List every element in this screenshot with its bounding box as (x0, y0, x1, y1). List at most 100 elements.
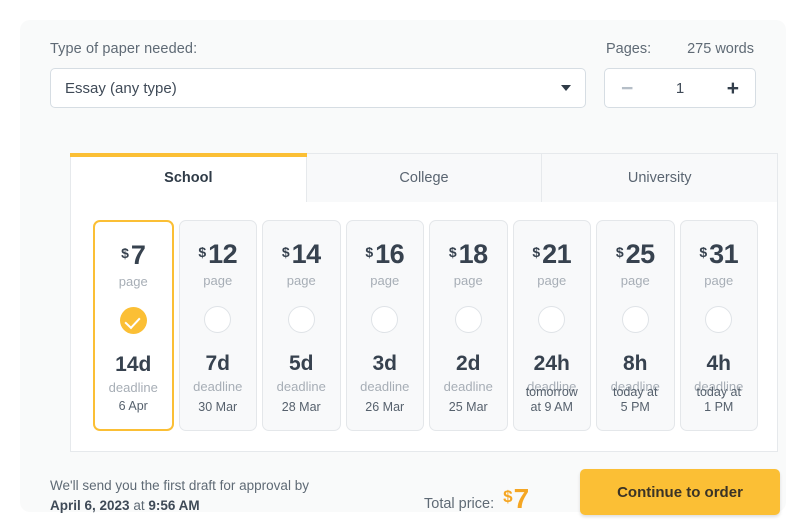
card-price-currency: $ (448, 244, 457, 260)
card-price-currency: $ (615, 244, 624, 260)
card-deadline-value: 14d (115, 353, 152, 376)
deadline-card[interactable]: $25 page 8h deadline today at 5 PM (596, 220, 675, 431)
draft-delivery-note: We'll send you the first draft for appro… (50, 476, 309, 515)
card-delivery-date: 25 Mar (448, 400, 488, 415)
deadline-card[interactable]: $14 page 5d deadline 28 Mar (262, 220, 341, 431)
card-price: $12 (198, 241, 237, 268)
check-circle-icon[interactable] (119, 307, 147, 334)
radio-unselected-icon[interactable] (204, 306, 232, 333)
card-deadline-label: deadline (360, 379, 410, 394)
card-deadline-label: deadline (443, 379, 493, 394)
card-price-currency: $ (365, 244, 374, 260)
card-deadline-value: 4h (706, 352, 731, 375)
card-delivery-date: 28 Mar (281, 400, 321, 415)
card-deadline-value: 8h (622, 352, 648, 375)
radio-unselected-icon[interactable] (454, 306, 482, 333)
radio-unselected-icon[interactable] (621, 306, 649, 333)
card-price: $25 (616, 241, 655, 268)
card-price: $31 (699, 241, 738, 268)
card-price-value: 31 (709, 239, 739, 269)
draft-note-at: at (133, 497, 145, 513)
card-price: $14 (282, 241, 321, 268)
pages-header: Pages: 275 words (604, 41, 756, 57)
card-deadline-value: 5d (288, 352, 314, 375)
card-per-unit-label: page (620, 273, 650, 288)
card-price-currency: $ (699, 244, 708, 260)
deadline-cards-container: $7 page 14d deadline 6 Apr $12 page 7d deadline 3… (70, 202, 778, 452)
card-price-value: 21 (542, 239, 572, 269)
paper-type-value: Essay (any type) (65, 79, 177, 97)
card-price-value: 25 (625, 239, 656, 269)
card-price-currency: $ (121, 245, 129, 261)
radio-unselected-icon[interactable] (705, 306, 733, 333)
tab-university[interactable]: University (542, 153, 779, 203)
card-delivery-date: 30 Mar (198, 400, 238, 415)
card-price-value: 7 (130, 240, 146, 270)
pages-label: Pages: (606, 41, 652, 57)
order-options-row: Type of paper needed: Essay (any type) P… (50, 41, 756, 133)
card-price-currency: $ (281, 244, 290, 260)
card-price-value: 18 (458, 239, 489, 269)
total-price: Total price: $ 7 (424, 485, 529, 513)
card-per-unit-label: page (453, 273, 483, 288)
radio-unselected-icon[interactable] (287, 306, 315, 333)
card-per-unit-label: page (203, 273, 233, 288)
card-per-unit-label: page (704, 273, 734, 288)
card-delivery-date: tomorrow at 9 AM (525, 384, 578, 415)
card-delivery-date: today at 1 PM (696, 384, 741, 415)
card-per-unit-label: page (370, 273, 400, 288)
card-price: $16 (365, 241, 404, 268)
order-footer: We'll send you the first draft for appro… (50, 463, 780, 521)
draft-note-time: 9:56 AM (148, 497, 200, 513)
tab-label: University (627, 170, 692, 186)
total-price-currency: $ (503, 487, 513, 506)
tab-label: School (164, 169, 213, 186)
deadline-card[interactable]: $16 page 3d deadline 26 Mar (345, 220, 424, 431)
card-price: $18 (449, 241, 488, 268)
pages-stepper[interactable]: − 1 + (604, 68, 756, 108)
card-deadline-value: 2d (455, 352, 481, 375)
card-price-currency: $ (198, 244, 207, 260)
card-price-value: 14 (291, 239, 322, 269)
order-form-panel: Type of paper needed: Essay (any type) P… (20, 20, 786, 515)
paper-type-label: Type of paper needed: (50, 41, 198, 57)
draft-note-date: April 6, 2023 (50, 497, 130, 513)
card-deadline-label: deadline (193, 379, 243, 394)
card-delivery-date: 6 Apr (118, 399, 148, 414)
card-per-unit-label: page (537, 273, 567, 288)
deadline-cards: $7 page 14d deadline 6 Apr $12 page 7d deadline 3… (93, 220, 758, 431)
academic-level-tabs: School College University (70, 153, 779, 203)
card-deadline-label: deadline (108, 380, 158, 395)
chevron-down-icon (561, 85, 571, 91)
paper-type-block: Type of paper needed: Essay (any type) (50, 41, 586, 108)
deadline-card[interactable]: $31 page 4h deadline today at 1 PM (679, 220, 758, 431)
card-per-unit-label: page (286, 273, 316, 288)
tab-school[interactable]: School (70, 153, 307, 203)
card-delivery-date: 26 Mar (365, 400, 405, 415)
deadline-card[interactable]: $7 page 14d deadline 6 Apr (93, 220, 174, 431)
card-price-currency: $ (532, 244, 541, 260)
deadline-card[interactable]: $18 page 2d deadline 25 Mar (429, 220, 508, 431)
card-deadline-label: deadline (276, 379, 326, 394)
card-price-value: 12 (208, 239, 238, 269)
tab-label: College (399, 170, 449, 186)
deadline-card[interactable]: $21 page 24h deadline tomorrow at 9 AM (512, 220, 591, 431)
words-count-label: 275 words (687, 41, 754, 57)
deadline-card[interactable]: $12 page 7d deadline 30 Mar (178, 220, 257, 431)
continue-to-order-button[interactable]: Continue to order (580, 469, 780, 515)
card-deadline-value: 7d (205, 352, 230, 375)
pages-block: Pages: 275 words − 1 + (604, 41, 756, 108)
card-price: $21 (532, 241, 571, 268)
radio-unselected-icon[interactable] (371, 306, 399, 333)
total-price-value: 7 (513, 483, 530, 514)
card-delivery-date: today at 5 PM (613, 384, 658, 415)
total-price-label: Total price: (424, 496, 495, 512)
card-price: $7 (121, 240, 146, 270)
card-per-unit-label: page (118, 274, 148, 289)
tab-college[interactable]: College (306, 153, 543, 203)
draft-note-line1: We'll send you the first draft for appro… (50, 478, 309, 493)
card-price-value: 16 (375, 239, 405, 269)
radio-unselected-icon[interactable] (538, 306, 566, 333)
card-deadline-value: 24h (533, 352, 570, 375)
paper-type-select[interactable]: Essay (any type) (50, 68, 586, 108)
